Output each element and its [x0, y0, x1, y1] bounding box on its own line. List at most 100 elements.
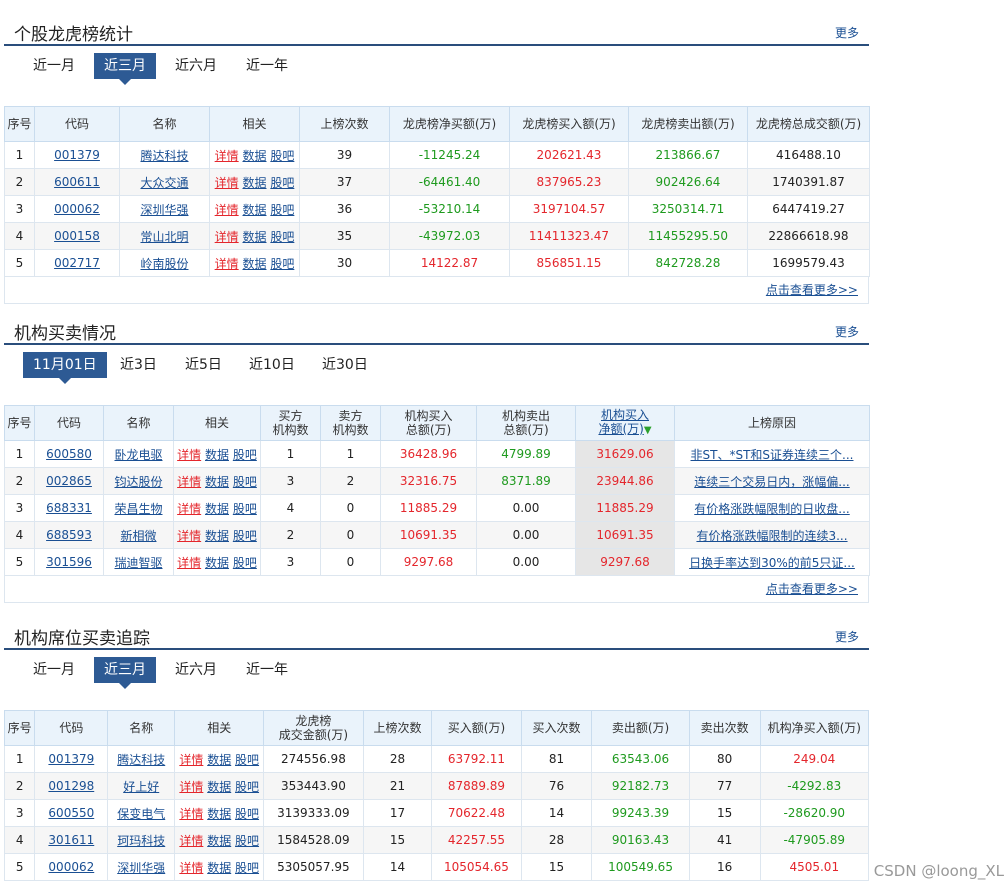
tab-1y[interactable]: 近一年	[236, 657, 298, 683]
stock-name-link[interactable]: 深圳华强	[140, 203, 188, 217]
more-link[interactable]: 更多	[835, 24, 859, 41]
stock-code-link[interactable]: 000158	[54, 229, 100, 243]
reason-link[interactable]: 有价格涨跌幅限制的连续3...	[696, 529, 847, 543]
guba-link[interactable]: 股吧	[270, 257, 294, 271]
data-link[interactable]: 数据	[242, 257, 266, 271]
detail-link[interactable]: 详情	[179, 834, 203, 848]
detail-link[interactable]: 详情	[215, 176, 239, 190]
data-link[interactable]: 数据	[207, 780, 231, 794]
data-link[interactable]: 数据	[207, 807, 231, 821]
stock-name-link[interactable]: 大众交通	[140, 176, 188, 190]
tab-5d[interactable]: 近5日	[175, 352, 232, 378]
stock-name-link[interactable]: 岭南股份	[140, 257, 188, 271]
data-link[interactable]: 数据	[242, 230, 266, 244]
stock-name-link[interactable]: 常山北明	[140, 230, 188, 244]
data-link[interactable]: 数据	[205, 529, 229, 543]
data-link[interactable]: 数据	[207, 834, 231, 848]
guba-link[interactable]: 股吧	[233, 502, 257, 516]
stock-code-link[interactable]: 002717	[54, 256, 100, 270]
detail-link[interactable]: 详情	[177, 502, 201, 516]
stock-code-link[interactable]: 600580	[46, 447, 92, 461]
data-link[interactable]: 数据	[242, 176, 266, 190]
data-link[interactable]: 数据	[205, 502, 229, 516]
detail-link[interactable]: 详情	[177, 475, 201, 489]
stock-name-link[interactable]: 瑞迪智驱	[114, 556, 162, 570]
column-header[interactable]: 机构买入 净额(万)▼	[575, 405, 675, 441]
detail-link[interactable]: 详情	[179, 861, 203, 875]
stock-code-link[interactable]: 600611	[54, 175, 100, 189]
tab-1y[interactable]: 近一年	[236, 53, 298, 79]
reason-link[interactable]: 连续三个交易日内，涨幅偏...	[694, 475, 849, 489]
data-link[interactable]: 数据	[242, 149, 266, 163]
tab-today[interactable]: 11月01日	[23, 352, 107, 384]
guba-link[interactable]: 股吧	[233, 448, 257, 462]
more-link[interactable]: 更多	[835, 628, 859, 645]
stock-code-link[interactable]: 301611	[48, 833, 94, 847]
see-more-link[interactable]: 点击查看更多>>	[766, 582, 858, 596]
detail-link[interactable]: 详情	[177, 448, 201, 462]
guba-link[interactable]: 股吧	[233, 529, 257, 543]
guba-link[interactable]: 股吧	[233, 556, 257, 570]
stock-code-link[interactable]: 001379	[48, 752, 94, 766]
guba-link[interactable]: 股吧	[235, 780, 259, 794]
guba-link[interactable]: 股吧	[235, 753, 259, 767]
stock-code-link[interactable]: 600550	[48, 806, 94, 820]
detail-link[interactable]: 详情	[177, 556, 201, 570]
see-more-link[interactable]: 点击查看更多>>	[766, 283, 858, 297]
stock-name-link[interactable]: 钧达股份	[114, 475, 162, 489]
guba-link[interactable]: 股吧	[235, 834, 259, 848]
detail-link[interactable]: 详情	[177, 529, 201, 543]
stock-code-link[interactable]: 301596	[46, 555, 92, 569]
tab-6m[interactable]: 近六月	[165, 657, 227, 683]
stock-name-link[interactable]: 腾达科技	[140, 149, 188, 163]
guba-link[interactable]: 股吧	[235, 807, 259, 821]
stock-name-link[interactable]: 卧龙电驱	[114, 448, 162, 462]
stock-code-link[interactable]: 000062	[54, 202, 100, 216]
stock-code-link[interactable]: 000062	[48, 860, 94, 874]
stock-name-link[interactable]: 珂玛科技	[117, 834, 165, 848]
data-link[interactable]: 数据	[205, 556, 229, 570]
tab-3m[interactable]: 近三月	[94, 53, 156, 85]
data-link[interactable]: 数据	[242, 203, 266, 217]
tab-10d[interactable]: 近10日	[239, 352, 305, 378]
data-link[interactable]: 数据	[207, 861, 231, 875]
stock-name-link[interactable]: 深圳华强	[117, 861, 165, 875]
tab-1m[interactable]: 近一月	[23, 657, 85, 683]
detail-link[interactable]: 详情	[179, 807, 203, 821]
stock-code-link[interactable]: 688593	[46, 528, 92, 542]
detail-link[interactable]: 详情	[215, 149, 239, 163]
detail-link[interactable]: 详情	[215, 257, 239, 271]
data-link[interactable]: 数据	[205, 475, 229, 489]
tab-1m[interactable]: 近一月	[23, 53, 85, 79]
stock-name-link[interactable]: 荣昌生物	[114, 502, 162, 516]
stock-name-link[interactable]: 新相微	[120, 529, 156, 543]
related-links: 详情 数据 股吧	[209, 141, 300, 169]
stock-name-link[interactable]: 保变电气	[117, 807, 165, 821]
tab-6m[interactable]: 近六月	[165, 53, 227, 79]
data-link[interactable]: 数据	[207, 753, 231, 767]
detail-link[interactable]: 详情	[215, 203, 239, 217]
tab-3m[interactable]: 近三月	[94, 657, 156, 689]
tab-30d[interactable]: 近30日	[312, 352, 378, 378]
guba-link[interactable]: 股吧	[233, 475, 257, 489]
stock-name-link[interactable]: 好上好	[123, 780, 159, 794]
guba-link[interactable]: 股吧	[270, 230, 294, 244]
stock-code-link[interactable]: 688331	[46, 501, 92, 515]
guba-link[interactable]: 股吧	[270, 203, 294, 217]
stock-code-link[interactable]: 001298	[48, 779, 94, 793]
guba-link[interactable]: 股吧	[235, 861, 259, 875]
reason-link[interactable]: 有价格涨跌幅限制的日收盘...	[694, 502, 849, 516]
more-link[interactable]: 更多	[835, 323, 859, 340]
detail-link[interactable]: 详情	[179, 753, 203, 767]
tab-3d[interactable]: 近3日	[110, 352, 167, 378]
detail-link[interactable]: 详情	[215, 230, 239, 244]
guba-link[interactable]: 股吧	[270, 149, 294, 163]
detail-link[interactable]: 详情	[179, 780, 203, 794]
data-link[interactable]: 数据	[205, 448, 229, 462]
stock-code-link[interactable]: 002865	[46, 474, 92, 488]
reason-link[interactable]: 非ST、*ST和S证券连续三个...	[691, 448, 854, 462]
reason-link[interactable]: 日换手率达到30%的前5只证...	[689, 556, 855, 570]
stock-code-link[interactable]: 001379	[54, 148, 100, 162]
guba-link[interactable]: 股吧	[270, 176, 294, 190]
stock-name-link[interactable]: 腾达科技	[117, 753, 165, 767]
